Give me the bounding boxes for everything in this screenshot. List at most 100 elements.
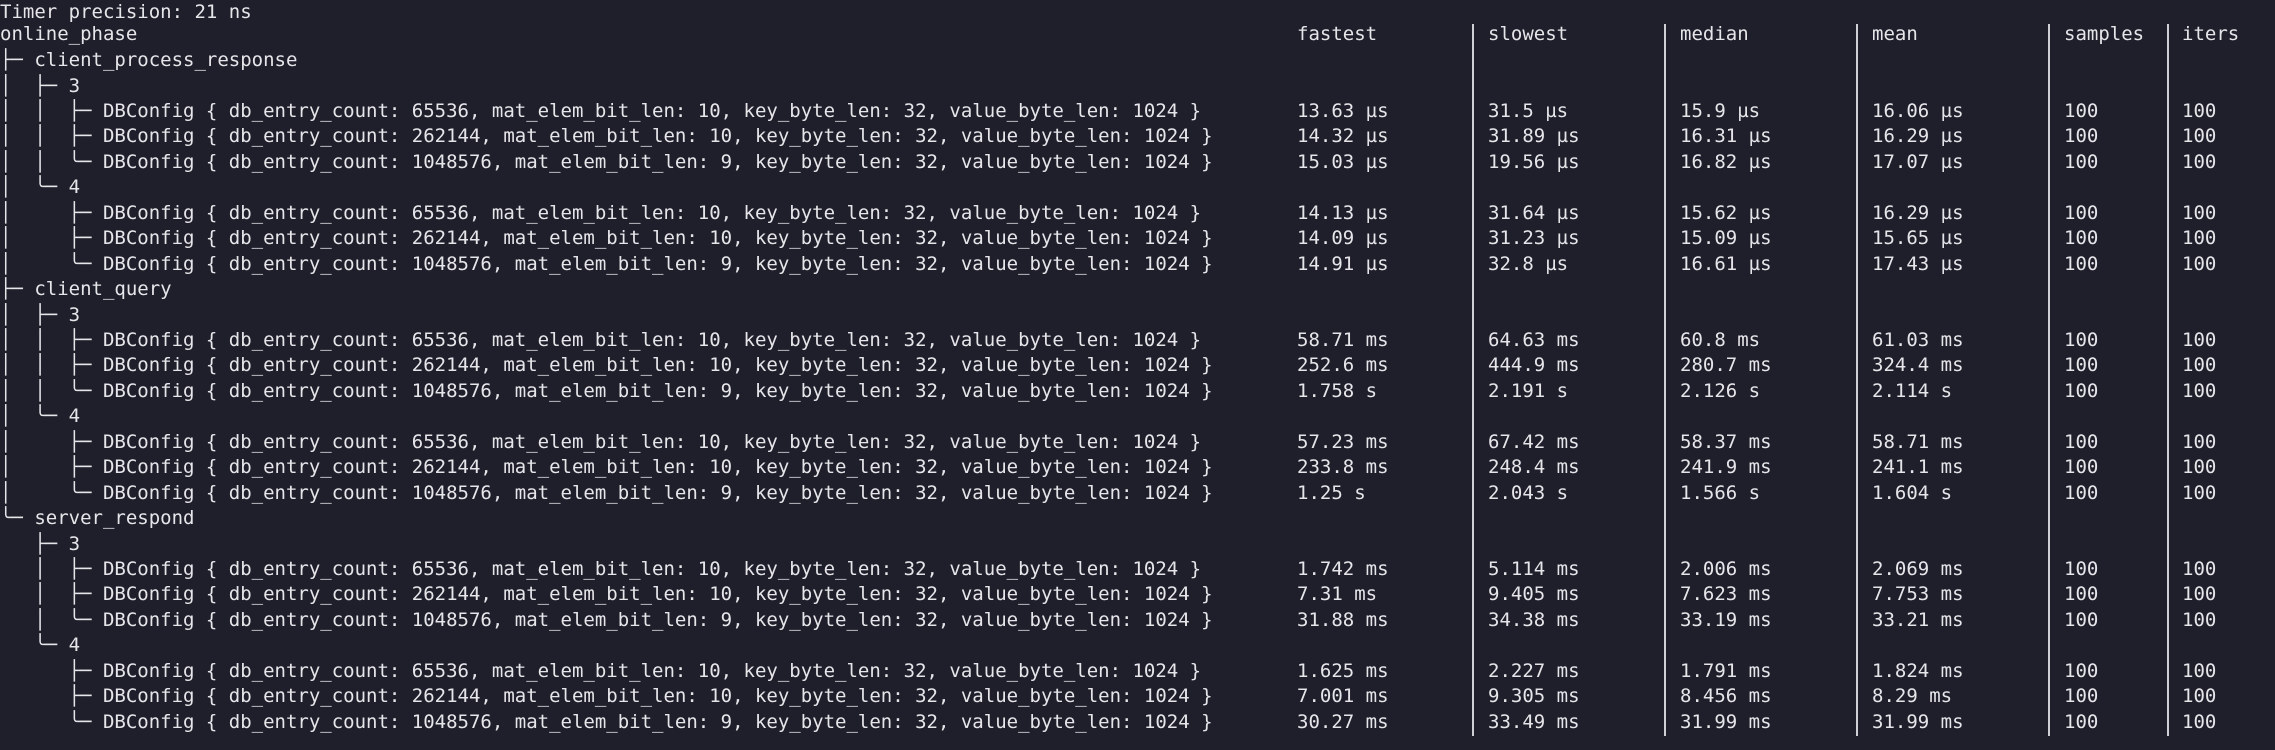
cell-iters: 100 <box>2182 201 2217 224</box>
cell-samples: 100 <box>2064 227 2099 250</box>
cell-iters: 100 <box>2182 354 2217 377</box>
cell-samples: 100 <box>2064 125 2099 148</box>
benchmark-config-label: │ ├─ DBConfig { db_entry_count: 65536, m… <box>0 201 1202 224</box>
cell-median: 16.82 µs <box>1680 150 1772 173</box>
benchmark-config-label: │ │ ├─ DBConfig { db_entry_count: 262144… <box>0 354 1213 377</box>
cell-median: 15.9 µs <box>1680 99 1761 122</box>
cell-median: 280.7 ms <box>1680 354 1772 377</box>
cell-fastest: 14.91 µs <box>1297 252 1389 275</box>
column-header-fastest: fastest <box>1297 23 1378 45</box>
cell-median: 16.61 µs <box>1680 252 1772 275</box>
cell-fastest: 233.8 ms <box>1297 456 1389 479</box>
cell-iters: 100 <box>2182 659 2217 682</box>
cell-median: 15.09 µs <box>1680 227 1772 250</box>
cell-slowest: 2.227 ms <box>1488 659 1580 682</box>
cell-slowest: 2.043 s <box>1488 481 1569 504</box>
cell-samples: 100 <box>2064 379 2099 402</box>
cell-median: 8.456 ms <box>1680 685 1772 708</box>
benchmark-config-label: │ │ ╰─ DBConfig { db_entry_count: 104857… <box>0 150 1213 173</box>
cell-iters: 100 <box>2182 99 2217 122</box>
cell-fastest: 13.63 µs <box>1297 99 1389 122</box>
cell-mean: 2.069 ms <box>1872 558 1964 580</box>
benchmark-config-label: ╰─ DBConfig { db_entry_count: 1048576, m… <box>0 710 1213 733</box>
cell-mean: 324.4 ms <box>1872 354 1964 377</box>
cell-slowest: 31.23 µs <box>1488 227 1580 250</box>
cell-median: 1.566 s <box>1680 481 1761 504</box>
cell-iters: 100 <box>2182 430 2217 453</box>
cell-iters: 100 <box>2182 252 2217 275</box>
benchmark-group-label: │ ╰─ 4 <box>0 405 81 428</box>
cell-iters: 100 <box>2182 125 2217 148</box>
cell-median: 2.006 ms <box>1680 558 1772 580</box>
cell-fastest: 252.6 ms <box>1297 354 1389 377</box>
cell-median: 31.99 ms <box>1680 710 1772 733</box>
benchmark-config-label: ├─ DBConfig { db_entry_count: 262144, ma… <box>0 685 1213 708</box>
cell-mean: 17.07 µs <box>1872 150 1964 173</box>
cell-mean: 8.29 ms <box>1872 685 1953 708</box>
cell-iters: 100 <box>2182 481 2217 504</box>
cell-mean: 17.43 µs <box>1872 252 1964 275</box>
cell-iters: 100 <box>2182 583 2217 606</box>
benchmark-config-label: │ ├─ DBConfig { db_entry_count: 65536, m… <box>0 430 1202 453</box>
benchmark-config-label: │ ├─ DBConfig { db_entry_count: 262144, … <box>0 456 1213 479</box>
root-benchmark-label: online_phase <box>0 23 138 45</box>
cell-median: 241.9 ms <box>1680 456 1772 479</box>
cell-slowest: 31.64 µs <box>1488 201 1580 224</box>
cell-samples: 100 <box>2064 558 2099 580</box>
cell-iters: 100 <box>2182 328 2217 351</box>
column-header-iters: iters <box>2182 23 2240 45</box>
cell-mean: 16.06 µs <box>1872 99 1964 122</box>
cell-slowest: 248.4 ms <box>1488 456 1580 479</box>
cell-median: 1.791 ms <box>1680 659 1772 682</box>
cell-samples: 100 <box>2064 252 2099 275</box>
benchmark-group-label: ├─ 3 <box>0 532 81 555</box>
cell-slowest: 5.114 ms <box>1488 558 1580 580</box>
cell-fastest: 30.27 ms <box>1297 710 1389 733</box>
cell-fastest: 7.31 ms <box>1297 583 1378 606</box>
cell-iters: 100 <box>2182 685 2217 708</box>
cell-mean: 2.114 s <box>1872 379 1953 402</box>
cell-samples: 100 <box>2064 608 2099 631</box>
cell-slowest: 2.191 s <box>1488 379 1569 402</box>
cell-slowest: 9.305 ms <box>1488 685 1580 708</box>
cell-slowest: 444.9 ms <box>1488 354 1580 377</box>
benchmark-config-label: │ │ ├─ DBConfig { db_entry_count: 262144… <box>0 125 1213 148</box>
column-header-slowest: slowest <box>1488 23 1569 45</box>
column-separator <box>1472 24 1474 736</box>
cell-slowest: 33.49 ms <box>1488 710 1580 733</box>
cell-fastest: 58.71 ms <box>1297 328 1389 351</box>
cell-samples: 100 <box>2064 328 2099 351</box>
column-header-mean: mean <box>1872 23 1918 45</box>
cell-slowest: 9.405 ms <box>1488 583 1580 606</box>
cell-median: 2.126 s <box>1680 379 1761 402</box>
cell-slowest: 19.56 µs <box>1488 150 1580 173</box>
cell-mean: 7.753 ms <box>1872 583 1964 606</box>
cell-median: 33.19 ms <box>1680 608 1772 631</box>
benchmark-group-label: ╰─ server_respond <box>0 507 195 530</box>
cell-samples: 100 <box>2064 481 2099 504</box>
cell-fastest: 31.88 ms <box>1297 608 1389 631</box>
benchmark-config-label: │ │ ╰─ DBConfig { db_entry_count: 104857… <box>0 379 1213 402</box>
cell-slowest: 32.8 µs <box>1488 252 1569 275</box>
cell-slowest: 31.5 µs <box>1488 99 1569 122</box>
cell-mean: 15.65 µs <box>1872 227 1964 250</box>
cell-mean: 58.71 ms <box>1872 430 1964 453</box>
cell-iters: 100 <box>2182 150 2217 173</box>
cell-fastest: 57.23 ms <box>1297 430 1389 453</box>
cell-median: 16.31 µs <box>1680 125 1772 148</box>
cell-samples: 100 <box>2064 659 2099 682</box>
benchmark-config-label: │ │ ├─ DBConfig { db_entry_count: 65536,… <box>0 99 1202 122</box>
column-header-median: median <box>1680 23 1749 45</box>
cell-median: 7.623 ms <box>1680 583 1772 606</box>
benchmark-config-label: │ ├─ DBConfig { db_entry_count: 262144, … <box>0 583 1213 606</box>
cell-fastest: 14.32 µs <box>1297 125 1389 148</box>
cell-samples: 100 <box>2064 430 2099 453</box>
benchmark-group-label: │ ╰─ 4 <box>0 176 81 199</box>
cell-samples: 100 <box>2064 150 2099 173</box>
benchmark-group-label: │ ├─ 3 <box>0 74 81 97</box>
cell-fastest: 14.09 µs <box>1297 227 1389 250</box>
cell-fastest: 1.625 ms <box>1297 659 1389 682</box>
cell-fastest: 1.742 ms <box>1297 558 1389 580</box>
benchmark-group-label: │ ├─ 3 <box>0 303 81 326</box>
header-row: online_phase fastest slowest median mean… <box>0 22 2239 48</box>
